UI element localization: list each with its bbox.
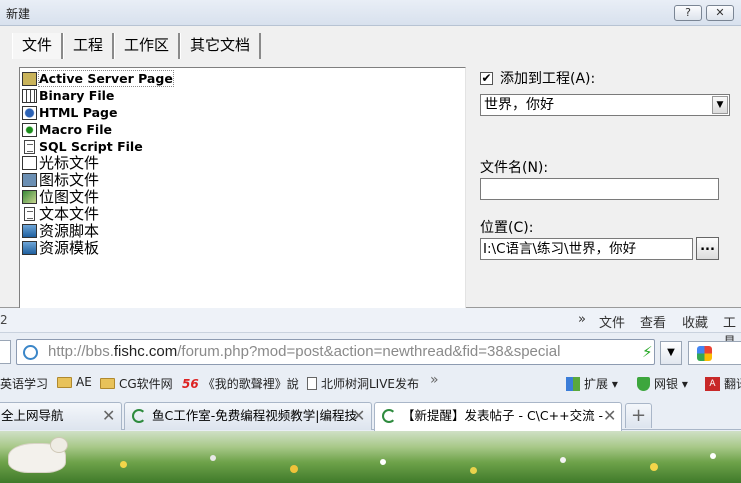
close-icon[interactable]: ✕ [352, 403, 365, 429]
flower-decoration [210, 455, 216, 461]
address-bar: http://bbs.fishc.com/forum.php?mod=post&… [0, 337, 741, 367]
56-icon: 56 [182, 376, 199, 391]
help-button[interactable]: ? [674, 5, 702, 21]
folder-icon [100, 378, 115, 389]
favorite-ae[interactable]: AE [57, 375, 92, 389]
asp-file-icon [22, 71, 37, 86]
macro-file-icon [22, 122, 37, 137]
lightning-icon[interactable]: ⚡ [642, 343, 653, 361]
dialog-titlebar: 新建 ? ✕ [0, 0, 741, 26]
flower-decoration [290, 465, 298, 473]
menu-file[interactable]: 文件 [599, 312, 625, 331]
html-file-icon [22, 105, 37, 120]
filename-label: 文件名(N): [480, 160, 549, 176]
text-file-icon [24, 206, 35, 221]
browser-tab-navigation[interactable]: 全上网导航 ✕ [0, 402, 122, 430]
site-icon [23, 345, 38, 360]
address-dropdown-button[interactable]: ▼ [660, 341, 682, 365]
flower-decoration [650, 463, 658, 471]
browser-window: 2 » 文件 查看 收藏 工具 http://bbs.fishc.com/for… [0, 308, 741, 483]
add-to-project-label: 添加到工程(A): [500, 71, 596, 87]
new-file-dialog: 新建 ? ✕ 文件 工程 工作区 其它文档 Active Server Page… [0, 0, 741, 308]
page-banner-image [0, 431, 741, 483]
menu-more-icon[interactable]: » [578, 312, 586, 327]
favorite-english-study[interactable]: 英语学习 [0, 375, 48, 392]
icon-file-icon [22, 172, 37, 187]
favorite-bnu-treehole[interactable]: 北师树洞LIVE发布 [307, 375, 419, 392]
url-text: http://bbs.fishc.com/forum.php?mod=post&… [48, 343, 561, 360]
menu-favorites[interactable]: 收藏 [682, 312, 708, 331]
favorite-cg-software[interactable]: CG软件网 [100, 375, 173, 392]
browser-tab-fishc-studio[interactable]: 鱼C工作室-免费编程视频教学|编程技 ✕ [124, 402, 372, 430]
extensions-icon [566, 376, 580, 391]
list-item-macro-file[interactable]: Macro File [22, 121, 112, 138]
filename-input[interactable] [480, 178, 719, 200]
flower-decoration [470, 467, 477, 474]
bitmap-file-icon [22, 189, 37, 204]
menu-view[interactable]: 查看 [640, 312, 666, 331]
project-select-value: 世界，你好 [484, 97, 554, 113]
location-input[interactable]: I:\C语言\练习\世界，你好 [480, 238, 693, 260]
new-tab-button[interactable]: + [625, 403, 652, 428]
back-button[interactable] [0, 340, 11, 364]
close-button[interactable]: ✕ [706, 5, 734, 21]
flower-decoration [380, 459, 386, 465]
close-icon[interactable]: ✕ [102, 403, 115, 429]
project-select[interactable]: 世界，你好 ▼ [480, 94, 730, 116]
tab-favicon [382, 409, 396, 423]
browse-button[interactable]: ... [696, 237, 719, 260]
search-engine-icon [697, 346, 712, 361]
shield-icon [637, 376, 650, 391]
list-item-resource-template[interactable]: 资源模板 [22, 239, 99, 257]
page-icon [307, 377, 317, 390]
window-title-fragment: 2 [0, 313, 8, 327]
list-item-binary-file[interactable]: Binary File [22, 87, 114, 104]
url-input[interactable]: http://bbs.fishc.com/forum.php?mod=post&… [16, 339, 655, 365]
add-to-project-row: ✔ 添加到工程(A): [480, 68, 595, 88]
chevron-down-icon[interactable]: ▼ [712, 96, 728, 114]
tab-other-documents[interactable]: 其它文档 [180, 33, 262, 59]
browser-tab-new-post[interactable]: 【新提醒】发表帖子 - C\C++交流 - ✕ [374, 402, 622, 431]
tab-workspaces[interactable]: 工作区 [114, 33, 181, 59]
browser-tabbar: 全上网导航 ✕ 鱼C工作室-免费编程视频教学|编程技 ✕ 【新提醒】发表帖子 -… [0, 400, 741, 431]
dialog-tabs: 文件 工程 工作区 其它文档 [12, 33, 262, 59]
resource-template-icon [22, 240, 37, 255]
lamb-head-image [50, 437, 68, 453]
close-icon[interactable]: ✕ [603, 403, 616, 429]
flower-decoration [710, 453, 716, 459]
favorites-bar: 英语学习 AE CG软件网 56 《我的歌聲裡》說 北师树洞LIVE发布 » 扩展… [0, 369, 741, 395]
extensions-button[interactable]: 扩展 ▾ [566, 375, 618, 392]
sql-file-icon [24, 139, 35, 154]
folder-icon [57, 376, 72, 388]
translate-button[interactable]: A翻译 [705, 375, 741, 392]
cursor-file-icon [22, 155, 37, 170]
list-item-active-server-page[interactable]: Active Server Page [22, 70, 174, 87]
flower-decoration [560, 457, 566, 463]
browser-menubar: 2 » 文件 查看 收藏 工具 [0, 308, 741, 350]
add-to-project-checkbox[interactable]: ✔ [480, 71, 493, 85]
favorites-more-icon[interactable]: » [430, 372, 439, 388]
dialog-title: 新建 [6, 7, 31, 21]
tab-favicon [132, 409, 146, 423]
translate-icon: A [705, 376, 720, 391]
tab-projects[interactable]: 工程 [63, 33, 115, 59]
location-label: 位置(C): [480, 220, 534, 236]
binary-file-icon [22, 88, 37, 103]
search-engine-selector[interactable] [688, 341, 741, 365]
tab-files[interactable]: 文件 [12, 33, 64, 59]
online-banking-button[interactable]: 网银 ▾ [637, 375, 688, 392]
flower-decoration [120, 461, 127, 468]
list-item-html-page[interactable]: HTML Page [22, 104, 117, 121]
file-type-list[interactable]: Active Server Page Binary File HTML Page… [19, 67, 466, 308]
resource-script-icon [22, 223, 37, 238]
favorite-56-song[interactable]: 56 《我的歌聲裡》說 [182, 375, 299, 392]
